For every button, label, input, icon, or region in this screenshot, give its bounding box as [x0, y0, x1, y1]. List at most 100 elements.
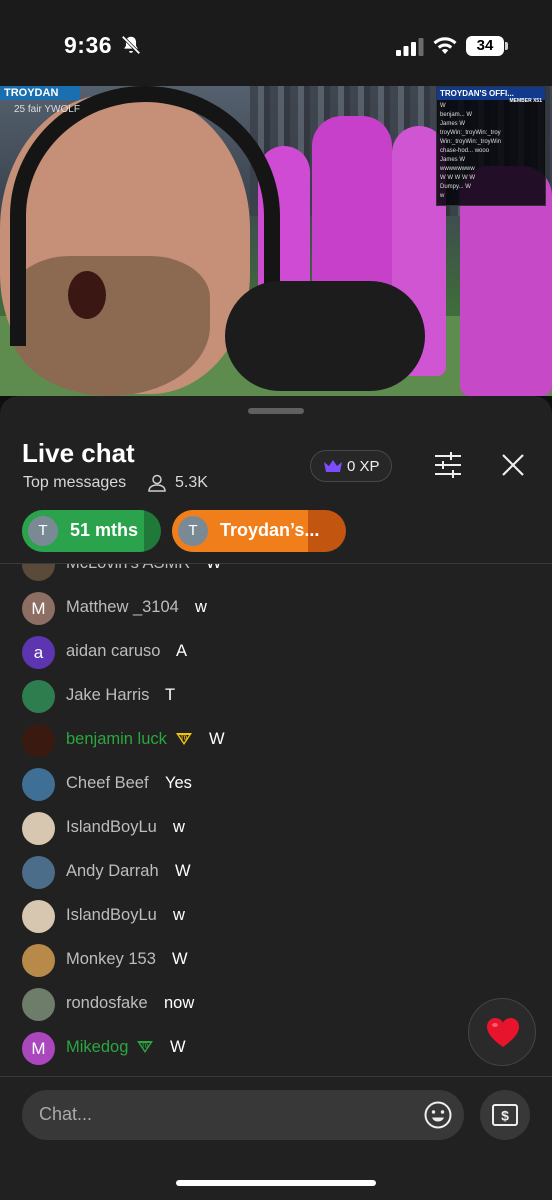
message-text: w [173, 818, 185, 836]
chat-message[interactable]: M Matthew _3104 w [0, 586, 552, 630]
message-text: Yes [165, 774, 192, 792]
author-name[interactable]: Jake Harris [66, 686, 149, 705]
author-name[interactable]: Cheef Beef [66, 774, 149, 793]
chat-message[interactable]: IslandBoyLu w [0, 894, 552, 938]
svg-text:TD: TD [181, 736, 188, 742]
member-badge-green-icon: TD [137, 1041, 153, 1053]
stream-chat-line: wwwwwwww [440, 166, 475, 172]
stream-chat-line: troyWin:_troyWin:_troy [440, 130, 501, 136]
chat-message[interactable]: Monkey 153 W [0, 938, 552, 982]
stream-chat-line: W W W W W [440, 175, 475, 181]
svg-text:$: $ [501, 1108, 509, 1124]
message-text: A [176, 642, 188, 660]
xp-label: 0 XP [347, 458, 380, 475]
stream-chat-line: Dumpy... W [440, 184, 471, 190]
chat-message-list[interactable]: McLovin's ASMRWMMatthew _3104waaidan car… [0, 564, 552, 1076]
author-name[interactable]: Matthew _3104 [66, 598, 179, 617]
stream-chat-line: benjam... W [440, 112, 473, 118]
message-text: W [206, 564, 222, 573]
battery-tip [505, 42, 508, 50]
chat-input-field[interactable]: Chat... [22, 1090, 464, 1140]
stream-chat-line: James W [440, 121, 466, 127]
crown-icon [324, 460, 342, 472]
avatar[interactable] [22, 900, 55, 933]
author-name[interactable]: McLovin's ASMR [66, 564, 190, 573]
super-chat-button[interactable]: $ [480, 1090, 530, 1140]
avatar[interactable] [22, 944, 55, 977]
status-bar: 9:36 34 [0, 0, 552, 86]
message-text: W [172, 950, 188, 968]
viewer-count: 5.3K [175, 474, 208, 491]
avatar[interactable] [22, 564, 55, 581]
chat-message[interactable]: a aidan caruso A [0, 630, 552, 674]
avatar[interactable]: M [22, 592, 55, 625]
chip-avatar: T [178, 516, 208, 546]
stream-chat-line: chase-hod... wooo [440, 148, 490, 154]
channel-chip[interactable]: T Troydan’s... [172, 510, 346, 552]
xp-button[interactable]: 0 XP [310, 450, 392, 482]
membership-months-chip[interactable]: T 51 mths [22, 510, 161, 552]
author-name[interactable]: aidan caruso [66, 642, 160, 661]
avatar[interactable]: a [22, 636, 55, 669]
avatar[interactable] [22, 768, 55, 801]
author-name[interactable]: Andy Darrah [66, 862, 159, 881]
reaction-button[interactable] [468, 998, 536, 1066]
stream-overlay-brand: TROYDAN [0, 86, 80, 100]
home-indicator[interactable] [176, 1180, 376, 1186]
chat-message[interactable]: Jake Harris T [0, 674, 552, 718]
author-name[interactable]: rondosfake [66, 994, 148, 1013]
settings-sliders-icon[interactable] [434, 452, 462, 478]
stream-overlay-stats: 25 fair YWOLF [14, 104, 80, 115]
dollar-bill-icon: $ [492, 1104, 518, 1126]
message-text: T [165, 686, 176, 704]
author-name[interactable]: Monkey 153 [66, 950, 156, 969]
stream-chat-title-text: TROYDAN'S OFFI... [440, 89, 514, 98]
chat-message[interactable]: benjamin luck TD W [0, 718, 552, 762]
chat-message[interactable]: Cheef Beef Yes [0, 762, 552, 806]
chat-message[interactable]: McLovin's ASMR W [0, 564, 552, 586]
svg-text:TD: TD [142, 1044, 149, 1050]
chip-label: Troydan’s... [220, 520, 320, 540]
member-badge-gold-icon: TD [176, 733, 192, 745]
battery-level: 34 [466, 36, 504, 56]
avatar[interactable]: M [22, 1032, 55, 1065]
message-text: w [173, 906, 185, 924]
chat-title: Live chat [22, 438, 135, 468]
avatar[interactable] [22, 680, 55, 713]
message-text: W [175, 862, 191, 880]
stream-chat-line: James W [440, 157, 466, 163]
microphone [225, 281, 425, 391]
avatar[interactable] [22, 724, 55, 757]
emoji-icon[interactable] [424, 1101, 452, 1129]
author-name[interactable]: IslandBoyLu [66, 906, 157, 925]
chat-message[interactable]: Andy Darrah W [0, 850, 552, 894]
author-name[interactable]: Mikedog [66, 1038, 128, 1057]
video-player[interactable]: TROYDAN 25 fair YWOLF TROYDAN'S OFFI... … [0, 86, 552, 396]
viewers-icon [148, 474, 166, 492]
stream-chat-lines: W benjam... W James W troyWin:_troyWin:_… [437, 100, 545, 203]
drag-handle[interactable] [248, 408, 304, 414]
bell-muted-icon [121, 35, 141, 55]
heart-icon [487, 1018, 519, 1047]
avatar[interactable] [22, 988, 55, 1021]
chat-message[interactable]: IslandBoyLu w [0, 806, 552, 850]
message-text: W [209, 730, 225, 748]
stream-chat-overlay: TROYDAN'S OFFI... MEMBER X51 W benjam...… [436, 86, 546, 206]
message-text: w [195, 598, 207, 616]
stream-chat-badge: MEMBER X51 [509, 98, 542, 104]
close-icon[interactable] [500, 452, 526, 478]
message-text: W [170, 1038, 186, 1056]
chat-filter-label[interactable]: Top messages [23, 474, 126, 492]
status-time: 9:36 [64, 32, 113, 58]
author-name[interactable]: IslandBoyLu [66, 818, 157, 837]
stream-chat-line: w [440, 193, 445, 199]
author-name[interactable]: benjamin luck [66, 730, 167, 749]
chat-input-placeholder: Chat... [39, 1104, 93, 1124]
avatar[interactable] [22, 856, 55, 889]
wifi-icon [433, 37, 457, 54]
live-chat-panel: Live chat Top messages 5.3K 0 XP T 51 mt… [0, 396, 552, 1200]
cellular-signal-icon [396, 38, 424, 56]
avatar[interactable] [22, 812, 55, 845]
chip-label: 51 mths [70, 520, 139, 540]
stream-chat-title: TROYDAN'S OFFI... MEMBER X51 [437, 87, 545, 104]
